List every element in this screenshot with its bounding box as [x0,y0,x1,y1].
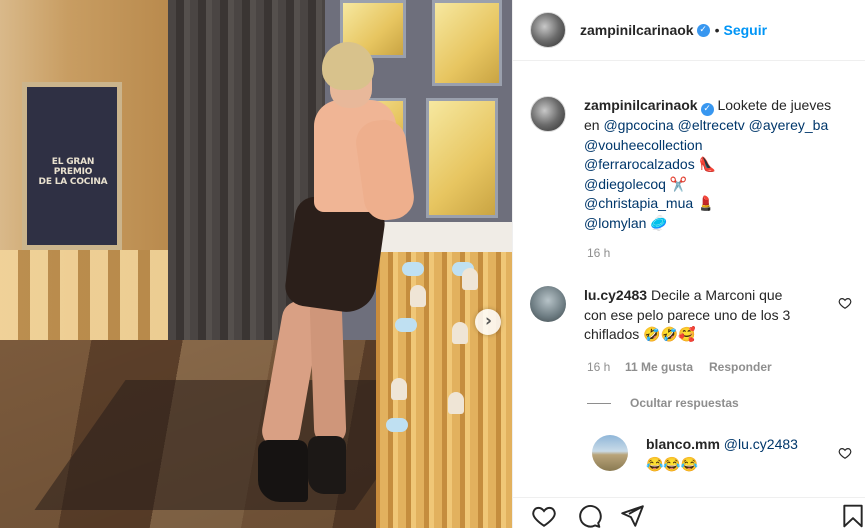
scissors-emoji: ✂️ [669,175,688,192]
hide-replies-button[interactable]: Ocultar respuestas [630,396,739,410]
mention-link[interactable]: @christapia_mua [584,195,693,211]
comment-line: chiflados [584,326,640,342]
action-bar [513,497,865,528]
person-boot [308,436,346,494]
cake-decoration [391,378,407,400]
header-user: zampinilcarinaok ✓ • Seguir [580,22,767,38]
disc-emoji: 🥏 [650,214,668,231]
heart-icon[interactable] [838,296,852,310]
comment-username[interactable]: lu.cy2483 [584,287,647,303]
cloud-decoration [402,262,424,276]
cake-decoration [410,285,426,307]
mention-link[interactable]: @ayerey_ba [749,117,829,133]
verified-icon: ✓ [696,23,710,37]
chevron-right-icon: › [484,310,492,331]
show-sign: EL GRAN PREMIO DE LA COCINA [22,82,122,250]
cake-decoration [462,268,478,290]
caption-line-1: Lookete de jueves [717,97,832,113]
comment-likes[interactable]: 11 Me gusta [625,360,693,374]
comment-text: lu.cy2483 Decile a Marconi que con ese p… [584,286,790,345]
caption-username[interactable]: zampinilcarinaok [584,97,698,113]
caption-prefix: en [584,117,600,133]
counter-top [368,222,512,252]
carousel-next-button[interactable]: › [475,309,501,335]
set-window [426,98,498,218]
show-sign-text: EL GRAN PREMIO DE LA COCINA [33,157,113,187]
comment: lu.cy2483 Decile a Marconi que con ese p… [530,286,850,345]
mention-link[interactable]: @eltrecetv [678,117,745,133]
mention-link[interactable]: @gpcocina [603,117,673,133]
reply-username[interactable]: blanco.mm [646,436,720,452]
cloud-decoration [395,318,417,332]
reply-button[interactable]: Responder [709,360,772,374]
mention-link[interactable]: @vouheecollection [584,137,703,153]
comment-line: Decile a Marconi que [650,287,783,303]
reply-emojis: 😂😂😂 [646,455,699,472]
heel-emoji: 👠 [698,156,717,172]
heart-icon[interactable] [531,503,557,528]
follow-button[interactable]: Seguir [724,22,768,38]
caption-text: zampinilcarinaok ✓ Lookete de jueves en @… [584,96,831,233]
avatar[interactable] [530,286,566,322]
avatar[interactable] [592,435,628,471]
comment-emojis: 🤣🤣🥰 [643,326,696,342]
set-counter [376,225,512,528]
reply-comment: blanco.mm @lu.cy2483 😂😂😂 [592,435,852,474]
post-side-panel: zampinilcarinaok ✓ • Seguir zampinilcari… [512,0,865,528]
person-hair [322,42,374,90]
avatar[interactable] [530,12,566,48]
heart-icon[interactable] [838,446,852,460]
comment-line: con ese pelo parece uno de los 3 [584,306,791,323]
bookmark-icon[interactable] [840,503,865,528]
comments-list[interactable]: zampinilcarinaok ✓ Lookete de jueves en @… [513,61,865,497]
mention-link[interactable]: @diegolecoq [584,176,666,192]
mention-link[interactable]: @lomylan [584,215,646,231]
person-boot [258,440,308,502]
replies-divider [587,403,611,404]
header-username[interactable]: zampinilcarinaok [580,22,694,38]
verified-icon: ✓ [700,103,714,116]
comment-time[interactable]: 16 h [587,360,610,374]
person-leg [309,294,347,446]
comment-icon[interactable] [576,503,602,528]
set-window [432,0,502,86]
sign-line-1: EL GRAN PREMIO [51,157,95,177]
post-photo[interactable]: EL GRAN PREMIO DE LA COCINA › [0,0,512,528]
cake-decoration [448,392,464,414]
share-icon[interactable] [619,503,645,528]
cloud-decoration [386,418,408,432]
avatar[interactable] [530,96,566,132]
caption: zampinilcarinaok ✓ Lookete de jueves en @… [530,96,860,233]
mention-link[interactable]: @ferrarocalzados [584,156,695,172]
post-header: zampinilcarinaok ✓ • Seguir [513,0,865,61]
caption-time[interactable]: 16 h [587,246,610,260]
sign-line-2: DE LA COCINA [38,177,108,187]
mention-link[interactable]: @lu.cy2483 [724,436,798,452]
separator-dot: • [714,22,720,38]
cake-decoration [452,322,468,344]
reply-text: blanco.mm @lu.cy2483 😂😂😂 [646,435,798,474]
lipstick-emoji: 💄 [697,195,715,211]
